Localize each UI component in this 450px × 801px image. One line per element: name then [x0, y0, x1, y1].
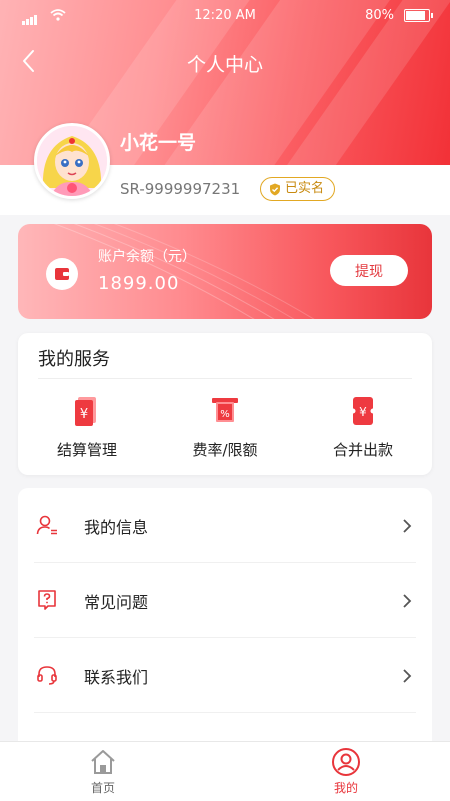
menu-label: 联系我们: [84, 668, 149, 687]
tab-home[interactable]: 首页: [58, 747, 148, 796]
tab-bar: 首页 我的: [0, 741, 450, 801]
page-title: 个人中心: [186, 54, 263, 76]
service-label: 费率/限额: [192, 441, 258, 459]
tab-label: 我的: [333, 781, 358, 795]
avatar-illustration: [37, 126, 107, 196]
tab-mine[interactable]: 我的: [301, 747, 391, 796]
service-merge-payout[interactable]: ¥ 合并出款: [294, 393, 432, 460]
verified-badge: 已实名: [260, 177, 336, 201]
menu-list: 我的信息 常见问题 联系我们: [18, 488, 432, 758]
balance-card: 账户余额（元） 1899.00 提现: [18, 224, 432, 319]
svg-text:¥: ¥: [359, 405, 367, 419]
service-label: 结算管理: [56, 441, 117, 459]
svg-text:%: %: [220, 409, 230, 420]
chevron-right-icon: [403, 669, 412, 683]
battery-icon: [404, 9, 433, 22]
profile-name: 小花一号: [120, 132, 197, 154]
services-title: 我的服务: [38, 349, 110, 370]
avatar[interactable]: [34, 123, 110, 199]
chevron-right-icon: [403, 594, 412, 608]
account-id: SR-9999997231: [120, 180, 241, 198]
headset-icon: [37, 666, 57, 685]
services-card: 我的服务 ¥ 结算管理 % 费率/限额 ¥ 合并出款: [18, 333, 432, 475]
question-icon: [38, 590, 56, 610]
service-label: 合并出款: [332, 441, 393, 459]
status-bar: 12:20 AM 80%: [0, 0, 450, 30]
verified-label: 已实名: [285, 181, 325, 196]
user-info-icon: [36, 515, 57, 535]
menu-item-contact[interactable]: 联系我们: [18, 638, 432, 713]
wallet-icon: [46, 258, 78, 290]
yuan-ticket-icon: ¥: [350, 397, 376, 425]
profile-icon: [332, 748, 360, 776]
balance-label: 账户余额（元）: [98, 249, 196, 265]
service-settlement[interactable]: ¥ 结算管理: [18, 393, 156, 460]
svg-text:¥: ¥: [80, 407, 88, 422]
withdraw-button[interactable]: 提现: [330, 255, 408, 286]
menu-label: 常见问题: [84, 593, 149, 612]
menu-item-my-info[interactable]: 我的信息: [18, 488, 432, 563]
yuan-document-icon: ¥: [75, 397, 96, 426]
chevron-right-icon: [403, 519, 412, 533]
menu-item-faq[interactable]: 常见问题: [18, 563, 432, 638]
balance-amount: 1899.00: [98, 273, 180, 294]
tab-label: 首页: [90, 781, 115, 795]
service-rate-limit[interactable]: % 费率/限额: [156, 393, 294, 460]
services-divider: [38, 378, 412, 379]
battery-percent: 80%: [365, 8, 394, 23]
menu-label: 我的信息: [84, 518, 149, 537]
home-icon: [91, 750, 115, 774]
percent-icon: %: [212, 398, 238, 422]
verified-shield-icon: [270, 183, 280, 195]
